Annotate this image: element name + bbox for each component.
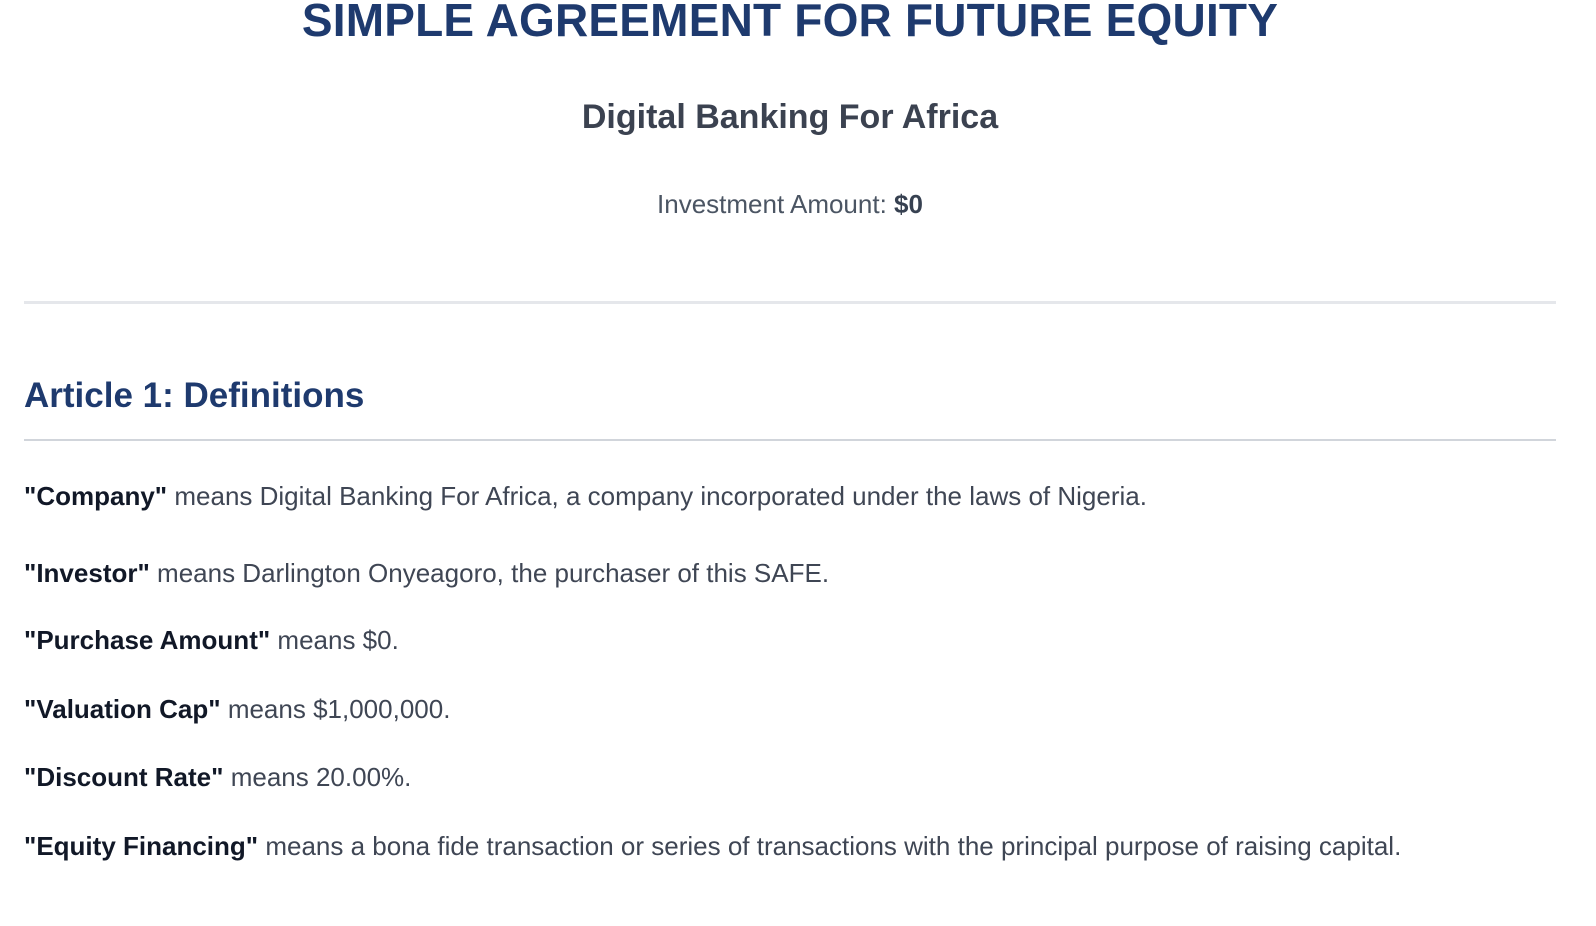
definition-purchase-amount: "Purchase Amount" means $0.	[24, 622, 1564, 658]
definition-valuation-cap: "Valuation Cap" means $1,000,000.	[24, 691, 1564, 727]
article-heading: Article 1: Definitions	[24, 376, 365, 415]
definition-term: "Investor"	[24, 558, 150, 588]
investment-amount-line: Investment Amount: $0	[24, 186, 1556, 222]
definition-discount-rate: "Discount Rate" means 20.00%.	[24, 759, 1564, 795]
definition-equity-financing: "Equity Financing" means a bona fide tra…	[24, 828, 1564, 864]
investment-amount-label: Investment Amount:	[657, 189, 887, 219]
definition-company: "Company" means Digital Banking For Afri…	[24, 478, 1564, 514]
definition-term: "Purchase Amount"	[24, 625, 271, 655]
definition-term: "Valuation Cap"	[24, 694, 221, 724]
definition-investor: "Investor" means Darlington Onyeagoro, t…	[24, 555, 1564, 591]
article-divider	[24, 439, 1556, 441]
definition-text: means $0.	[277, 625, 399, 655]
definition-text: means Digital Banking For Africa, a comp…	[174, 481, 1147, 511]
definition-term: "Discount Rate"	[24, 762, 224, 792]
company-name: Digital Banking For Africa	[581, 98, 999, 136]
safe-document: SIMPLE AGREEMENT FOR FUTURE EQUITY Digit…	[24, 0, 1556, 926]
definition-term: "Equity Financing"	[24, 831, 259, 861]
investment-amount-value: $0	[894, 189, 923, 219]
document-title: SIMPLE AGREEMENT FOR FUTURE EQUITY	[301, 0, 1279, 46]
definition-text: means $1,000,000.	[227, 694, 451, 724]
definition-text: means Darlington Onyeagoro, the purchase…	[157, 558, 830, 588]
definition-text: means 20.00%.	[230, 762, 412, 792]
definition-term: "Company"	[24, 481, 168, 511]
header-divider	[24, 301, 1556, 304]
definition-text: means a bona fide transaction or series …	[265, 831, 1402, 861]
